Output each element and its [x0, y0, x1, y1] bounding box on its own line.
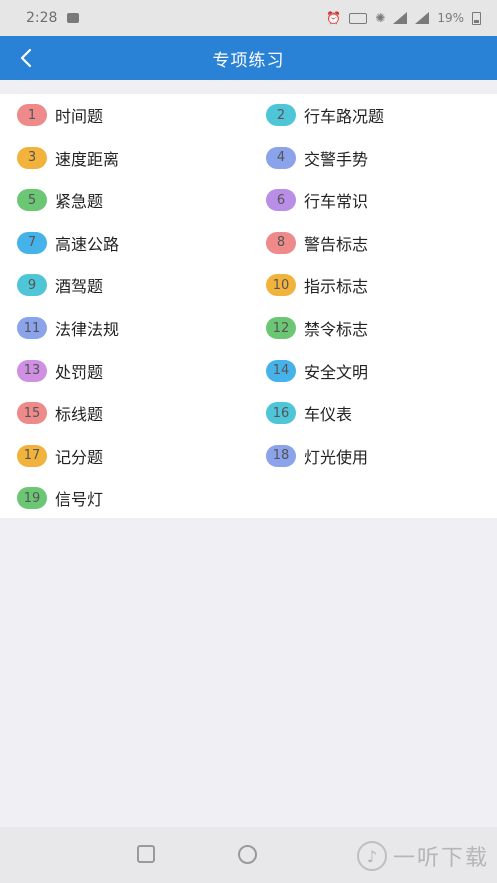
- category-number-badge: 11: [17, 317, 47, 339]
- status-icons: ⏰ ✺ 19%: [326, 11, 481, 25]
- category-number-badge: 15: [17, 402, 47, 425]
- category-label: 高速公路: [55, 234, 120, 254]
- category-label: 法律法规: [55, 320, 120, 339]
- category-label: 记分题: [55, 447, 104, 467]
- category-item-10[interactable]: 10 指示标志: [266, 270, 368, 300]
- category-label: 速度距离: [55, 149, 120, 169]
- app-bar: 专项练习: [0, 36, 497, 80]
- category-label: 标线题: [55, 405, 104, 425]
- brightness-icon: ✺: [375, 11, 386, 25]
- battery-icon: [472, 11, 481, 25]
- category-number-badge: 18: [266, 444, 296, 467]
- category-label: 车仪表: [304, 405, 353, 425]
- category-number-badge: 10: [266, 274, 296, 297]
- category-number-badge: 7: [17, 231, 47, 254]
- hd-icon: [349, 12, 368, 24]
- category-item-4[interactable]: 4 交警手势: [266, 143, 368, 173]
- alarm-icon: ⏰: [326, 11, 342, 25]
- watermark-text: 一听下载: [392, 846, 489, 871]
- recent-apps-button[interactable]: [137, 845, 155, 863]
- chevron-left-icon: [20, 48, 32, 68]
- category-number-badge: 14: [266, 359, 296, 382]
- category-number-badge: 8: [266, 231, 296, 254]
- category-item-2[interactable]: 2 行车路况题: [266, 100, 384, 130]
- status-bar: 2:28 ⏰ ✺ 19%: [0, 0, 497, 36]
- category-item-7[interactable]: 7 高速公路: [17, 228, 119, 258]
- category-label: 行车路况题: [304, 107, 385, 126]
- category-label: 禁令标志: [304, 320, 369, 339]
- category-item-14[interactable]: 14 安全文明: [266, 356, 368, 386]
- category-item-17[interactable]: 17 记分题: [17, 441, 103, 471]
- wifi-signal-icon: [393, 12, 408, 24]
- cell-signal-icon: [415, 12, 430, 24]
- status-time: 2:28: [26, 10, 58, 26]
- home-button[interactable]: [238, 845, 257, 864]
- category-item-5[interactable]: 5 紧急题: [17, 185, 103, 215]
- category-number-badge: 3: [17, 146, 47, 169]
- category-label: 行车常识: [304, 192, 369, 212]
- back-button[interactable]: [14, 45, 40, 71]
- category-number-badge: 6: [266, 189, 296, 212]
- category-label: 紧急题: [55, 192, 104, 212]
- category-item-1[interactable]: 1 时间题: [17, 100, 103, 130]
- battery-percent: 19%: [437, 11, 464, 25]
- category-number-badge: 13: [17, 359, 47, 382]
- category-item-16[interactable]: 16 车仪表: [266, 398, 352, 428]
- watermark: ♪ 一听下载: [356, 840, 489, 872]
- category-number-badge: 5: [17, 189, 47, 212]
- category-item-11[interactable]: 11 法律法规: [17, 313, 119, 343]
- category-item-3[interactable]: 3 速度距离: [17, 143, 119, 173]
- category-list-panel: 1 时间题 2 行车路况题 3 速度距离 4 交警手势 5 紧急题 6 行车常识 7 高速公路 8 警告标志 9…: [0, 94, 497, 518]
- category-label: 灯光使用: [304, 447, 369, 467]
- category-number-badge: 17: [17, 444, 47, 467]
- category-label: 酒驾题: [55, 277, 104, 297]
- category-number-badge: 1: [17, 104, 47, 126]
- category-item-12[interactable]: 12 禁令标志: [266, 313, 368, 343]
- category-item-6[interactable]: 6 行车常识: [266, 185, 368, 215]
- category-item-13[interactable]: 13 处罚题: [17, 356, 103, 386]
- category-item-15[interactable]: 15 标线题: [17, 398, 103, 428]
- category-label: 信号灯: [55, 490, 104, 510]
- category-number-badge: 9: [17, 274, 47, 297]
- category-number-badge: 16: [266, 402, 296, 425]
- category-label: 时间题: [55, 107, 104, 126]
- category-number-badge: 2: [266, 104, 296, 126]
- category-label: 处罚题: [55, 362, 104, 382]
- category-number-badge: 19: [17, 487, 47, 510]
- watermark-logo-icon: ♪: [356, 841, 387, 871]
- category-label: 警告标志: [304, 234, 369, 254]
- category-number-badge: 12: [266, 317, 296, 339]
- category-item-18[interactable]: 18 灯光使用: [266, 441, 368, 471]
- page-title: 专项练习: [212, 50, 285, 71]
- category-item-19[interactable]: 19 信号灯: [17, 483, 103, 513]
- category-item-8[interactable]: 8 警告标志: [266, 228, 368, 258]
- category-number-badge: 4: [266, 146, 296, 169]
- category-item-9[interactable]: 9 酒驾题: [17, 270, 103, 300]
- category-label: 交警手势: [304, 149, 369, 169]
- notification-icon: [67, 13, 80, 23]
- category-label: 指示标志: [304, 277, 369, 297]
- category-label: 安全文明: [304, 362, 369, 382]
